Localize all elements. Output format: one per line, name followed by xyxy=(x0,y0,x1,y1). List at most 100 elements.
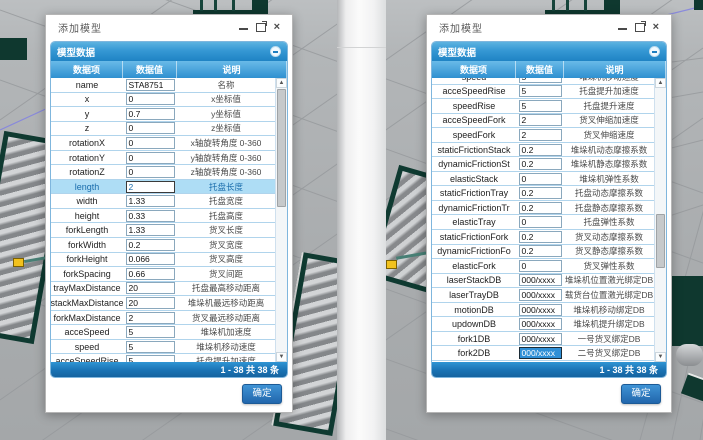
collapse-icon[interactable] xyxy=(649,46,660,57)
table-row[interactable]: rotationX0x轴旋转角度 0-360 xyxy=(51,136,275,151)
table-row[interactable]: staticFrictionFork0.2货叉动态摩擦系数 xyxy=(432,230,654,245)
table-row[interactable]: dynamicFrictionSt0.2堆垛机静态摩擦系数 xyxy=(432,157,654,172)
value-input[interactable]: 0 xyxy=(126,137,175,149)
value-input[interactable]: 000/xxxx xyxy=(519,304,562,316)
value-input[interactable]: 2 xyxy=(519,114,562,126)
table-row[interactable]: stackMaxDistance20堆垛机最远移动距离 xyxy=(51,296,275,311)
value-input[interactable]: 5 xyxy=(519,78,562,83)
confirm-button[interactable]: 确定 xyxy=(621,384,661,404)
value-input[interactable]: 5 xyxy=(126,326,175,338)
scrollbar-thumb[interactable] xyxy=(656,214,665,268)
table-row[interactable]: dynamicFrictionTr0.2托盘静态摩擦系数 xyxy=(432,201,654,216)
table-row[interactable]: motionDB000/xxxx堆垛机移动绑定DB xyxy=(432,303,654,318)
value-input[interactable]: 2 xyxy=(126,181,175,193)
table-row[interactable]: acceSpeedRise5托盘提升加速度 xyxy=(432,85,654,100)
table-row[interactable]: length2托盘长度 xyxy=(51,180,275,195)
collapse-icon[interactable] xyxy=(270,46,281,57)
value-input[interactable]: 000/xxxx xyxy=(519,289,562,301)
maximize-icon[interactable] xyxy=(635,23,645,32)
value-input[interactable]: 0.66 xyxy=(126,268,175,280)
dialog-titlebar[interactable]: 添加模型 × xyxy=(427,15,671,39)
maximize-icon[interactable] xyxy=(256,23,266,32)
table-row[interactable]: z0z坐标值 xyxy=(51,122,275,137)
close-icon[interactable]: × xyxy=(274,22,280,32)
table-row[interactable]: speedFork2货叉伸缩速度 xyxy=(432,128,654,143)
table-scrollbar[interactable]: ▲ ▼ xyxy=(275,78,287,362)
close-icon[interactable]: × xyxy=(653,22,659,32)
value-input[interactable]: 0.2 xyxy=(519,202,562,214)
scroll-down-icon[interactable]: ▼ xyxy=(655,352,666,362)
table-row[interactable]: updownDB000/xxxx堆垛机提升绑定DB xyxy=(432,317,654,332)
value-input[interactable]: 2 xyxy=(519,129,562,141)
minimize-icon[interactable] xyxy=(239,28,248,30)
value-input[interactable]: 0 xyxy=(519,173,562,185)
value-input[interactable]: 0.066 xyxy=(126,253,175,265)
value-input[interactable]: 5 xyxy=(519,85,562,97)
table-row[interactable]: y0.7y坐标值 xyxy=(51,107,275,122)
table-row[interactable]: width1.33托盘宽度 xyxy=(51,194,275,209)
value-input[interactable]: 5 xyxy=(519,100,562,112)
scroll-down-icon[interactable]: ▼ xyxy=(276,352,287,362)
scroll-up-icon[interactable]: ▲ xyxy=(276,78,287,88)
scrollbar-thumb[interactable] xyxy=(277,89,286,207)
value-input[interactable]: 20 xyxy=(126,297,175,309)
table-row[interactable]: rotationZ0z轴旋转角度 0-360 xyxy=(51,165,275,180)
table-row[interactable]: trayMaxDistance20托盘最高移动距离 xyxy=(51,282,275,297)
table-row[interactable]: elasticStack0堆垛机弹性系数 xyxy=(432,172,654,187)
table-row[interactable]: elasticTray0托盘弹性系数 xyxy=(432,215,654,230)
value-input[interactable]: 0.7 xyxy=(126,108,175,120)
table-row[interactable]: speedRise5托盘提升速度 xyxy=(432,99,654,114)
table-row[interactable]: laserStackDB000/xxxx堆垛机位置激光绑定DB xyxy=(432,274,654,289)
value-input[interactable]: 0 xyxy=(126,152,175,164)
value-input[interactable]: 5 xyxy=(126,355,175,362)
value-input[interactable]: 2 xyxy=(126,312,175,324)
value-input[interactable]: 0.2 xyxy=(519,231,562,243)
value-input[interactable]: 5 xyxy=(126,341,175,353)
value-input[interactable]: 000/xxxx xyxy=(519,274,562,286)
confirm-button[interactable]: 确定 xyxy=(242,384,282,404)
value-input[interactable]: 0.2 xyxy=(126,239,175,251)
value-input[interactable]: 000/xxxx xyxy=(519,347,562,359)
table-row[interactable]: laserTrayDB000/xxxx载货台位置激光绑定DB xyxy=(432,288,654,303)
description-label: z轴旋转角度 0-360 xyxy=(177,165,275,179)
value-input[interactable]: 0.2 xyxy=(519,144,562,156)
table-scrollbar[interactable]: ▲ ▼ xyxy=(654,78,666,362)
table-row[interactable]: acceSpeed5堆垛机加速度 xyxy=(51,325,275,340)
table-row[interactable]: staticFrictionStack0.2堆垛机动态摩擦系数 xyxy=(432,143,654,158)
table-row[interactable]: forkLength1.33货叉长度 xyxy=(51,223,275,238)
value-input[interactable]: 0 xyxy=(126,93,175,105)
value-input[interactable]: 1.33 xyxy=(126,195,175,207)
table-row[interactable]: acceSpeedRise5托盘提升加速度 xyxy=(51,354,275,362)
value-input[interactable]: 000/xxxx xyxy=(519,318,562,330)
table-row[interactable]: forkSpacing0.66货叉间距 xyxy=(51,267,275,282)
value-input[interactable]: STA8751 xyxy=(126,79,175,91)
table-row[interactable]: forkMaxDistance2货叉最远移动距离 xyxy=(51,311,275,326)
table-row[interactable]: nameSTA8751名称 xyxy=(51,78,275,93)
table-row[interactable]: acceSpeedFork2货叉伸缩加速度 xyxy=(432,114,654,129)
value-input[interactable]: 0 xyxy=(519,216,562,228)
value-input[interactable]: 0.2 xyxy=(519,158,562,170)
dialog-titlebar[interactable]: 添加模型 × xyxy=(46,15,292,39)
table-row[interactable]: fork2DB000/xxxx二号货叉绑定DB xyxy=(432,346,654,361)
minimize-icon[interactable] xyxy=(618,28,627,30)
scroll-up-icon[interactable]: ▲ xyxy=(655,78,666,88)
value-input[interactable]: 0.2 xyxy=(519,245,562,257)
table-row[interactable]: elasticFork0货叉弹性系数 xyxy=(432,259,654,274)
table-row[interactable]: forkHeight0.066货叉高度 xyxy=(51,253,275,268)
table-row[interactable]: x0x坐标值 xyxy=(51,93,275,108)
table-row[interactable]: forkWidth0.2货叉宽度 xyxy=(51,238,275,253)
table-row[interactable]: speed5堆垛机移动速度 xyxy=(51,340,275,355)
value-input[interactable]: 1.33 xyxy=(126,224,175,236)
table-row[interactable]: rotationY0y轴旋转角度 0-360 xyxy=(51,151,275,166)
table-row[interactable]: fork1DB000/xxxx一号货叉绑定DB xyxy=(432,332,654,347)
value-input[interactable]: 0 xyxy=(126,122,175,134)
table-row[interactable]: height0.33托盘高度 xyxy=(51,209,275,224)
value-input[interactable]: 0 xyxy=(126,166,175,178)
value-input[interactable]: 0.33 xyxy=(126,210,175,222)
table-row[interactable]: staticFrictionTray0.2托盘动态摩擦系数 xyxy=(432,186,654,201)
value-input[interactable]: 0 xyxy=(519,260,562,272)
table-row[interactable]: dynamicFrictionFo0.2货叉静态摩擦系数 xyxy=(432,245,654,260)
value-input[interactable]: 000/xxxx xyxy=(519,333,562,345)
value-input[interactable]: 20 xyxy=(126,282,175,294)
value-input[interactable]: 0.2 xyxy=(519,187,562,199)
